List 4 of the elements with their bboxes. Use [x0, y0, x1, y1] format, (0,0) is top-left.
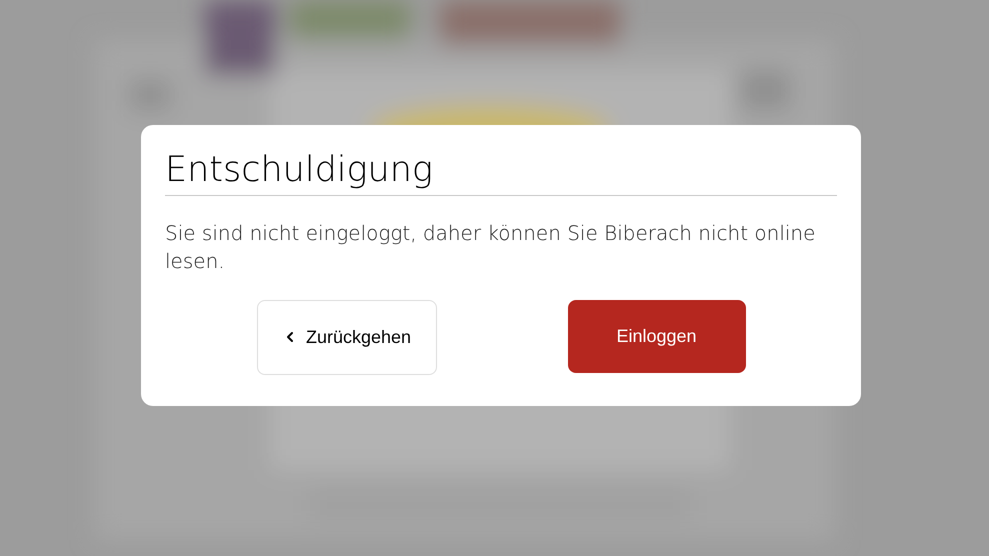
back-button[interactable]: Zurückgehen — [256, 300, 436, 375]
login-button[interactable]: Einloggen — [568, 300, 746, 373]
dialog-title: Entschuldigung — [165, 149, 434, 192]
dialog-message: Sie sind nicht eingeloggt, daher können Sie Biberach nicht online lesen. — [165, 220, 816, 275]
